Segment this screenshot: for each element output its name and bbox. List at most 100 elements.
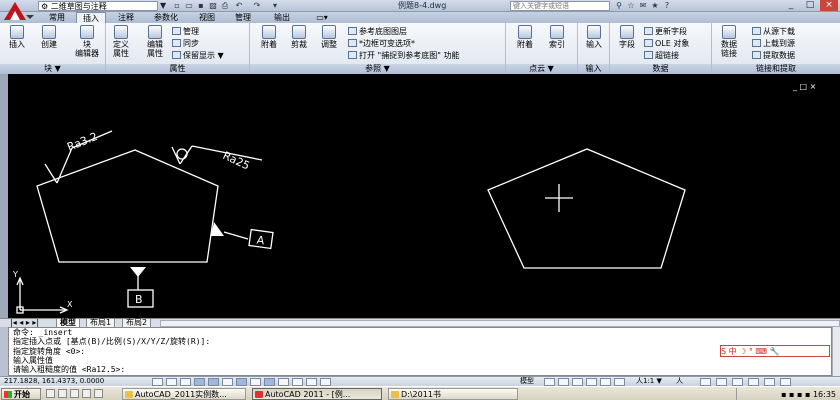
coordinate-readout[interactable]: 217.1828, 161.4373, 0.0000: [4, 377, 104, 386]
close-button[interactable]: ×: [820, 0, 838, 11]
quick-view-layouts-button[interactable]: [544, 378, 555, 386]
object-snap-tracking-button[interactable]: [236, 378, 247, 386]
block-editor-button[interactable]: 块 编辑器: [70, 25, 104, 58]
lock-icon[interactable]: [716, 378, 727, 386]
polar-tracking-button[interactable]: [194, 378, 205, 386]
pointcloud-panel-title[interactable]: 点云 ▼: [506, 64, 577, 74]
drawing-canvas[interactable]: _ □ × Ra3.2 Ra25 A B Y X: [0, 74, 840, 318]
quicklaunch-app-icon[interactable]: [94, 389, 103, 398]
underlay-layers-button[interactable]: 参考底图图层: [348, 26, 407, 37]
upload-source-button[interactable]: 上载到源: [752, 38, 795, 49]
object-snap-button[interactable]: [208, 378, 219, 386]
field-button[interactable]: 字段: [614, 25, 640, 49]
snap-mode-button[interactable]: [152, 378, 163, 386]
tab-output[interactable]: 输出: [264, 12, 300, 23]
minimize-button[interactable]: _: [782, 0, 800, 11]
extract-data-button[interactable]: 提取数据: [752, 50, 795, 61]
sync-attributes-button[interactable]: 同步: [172, 38, 199, 49]
layout-nav-arrows[interactable]: |◂ ◂ ▸ ▸|: [10, 319, 39, 327]
undo-icon[interactable]: ↶: [234, 1, 244, 11]
workspace-dropdown[interactable]: ⚙ 二维草图与注释: [38, 1, 158, 11]
tab-manage[interactable]: 管理: [228, 12, 258, 23]
clean-screen-button[interactable]: [780, 378, 791, 386]
autocad-logo-icon[interactable]: [1, 0, 35, 22]
tray-icons[interactable]: ▪ ▪ ▪ ▪: [781, 390, 813, 399]
transparency-button[interactable]: [292, 378, 303, 386]
manage-attributes-button[interactable]: 管理: [172, 26, 199, 37]
save-as-icon[interactable]: ▨: [208, 1, 218, 11]
zoom-button[interactable]: [586, 378, 597, 386]
tab-view[interactable]: 视图: [192, 12, 222, 23]
snap-underlay-button[interactable]: 打开 "捕捉到参考底图" 功能: [348, 50, 459, 61]
quick-properties-button[interactable]: [306, 378, 317, 386]
import-button[interactable]: 输入: [581, 25, 607, 49]
print-icon[interactable]: ⎙: [220, 1, 230, 11]
download-source-button[interactable]: 从源下载: [752, 26, 795, 37]
ime-toolbar[interactable]: S 中 ☽ ° ⌨ 🔧: [720, 345, 830, 357]
workspace-switch-button[interactable]: [700, 378, 711, 386]
quicklaunch-media-icon[interactable]: [70, 389, 79, 398]
define-attribute-button[interactable]: 定义 属性: [110, 25, 132, 58]
search-icon[interactable]: ⚲: [614, 1, 624, 11]
start-button[interactable]: 开始: [1, 388, 41, 400]
frame-variable-button[interactable]: *边框可变选项*: [348, 38, 415, 49]
taskbar-item-autocad[interactable]: AutoCAD 2011 - [例...: [252, 388, 382, 400]
horizontal-scrollbar[interactable]: [160, 320, 840, 327]
insert-block-button[interactable]: 插入: [4, 25, 30, 49]
taskbar-item-explorer[interactable]: AutoCAD_2011实例数...: [122, 388, 246, 400]
annotation-scale-dropdown[interactable]: 人1:1 ▼: [636, 377, 662, 386]
workspace-arrow-icon[interactable]: ▼: [160, 1, 166, 11]
grid-display-button[interactable]: [166, 378, 177, 386]
redo-icon[interactable]: ↷: [252, 1, 262, 11]
comm-center-icon[interactable]: ✉: [638, 1, 648, 11]
open-file-icon[interactable]: ▭: [184, 1, 194, 11]
command-scrollbar[interactable]: [832, 327, 840, 376]
dynamic-input-button[interactable]: [264, 378, 275, 386]
index-button[interactable]: 索引: [544, 25, 570, 49]
ortho-mode-button[interactable]: [180, 378, 191, 386]
tab-parametric[interactable]: 参数化: [146, 12, 186, 23]
quicklaunch-desktop-icon[interactable]: [46, 389, 55, 398]
new-file-icon[interactable]: ▫: [172, 1, 182, 11]
favorites-icon[interactable]: ★: [650, 1, 660, 11]
help-icon[interactable]: ?: [662, 1, 672, 11]
command-prompt-line[interactable]: 请输入粗糙度的值 <Ra12.5>:: [13, 365, 831, 374]
save-icon[interactable]: ▪: [196, 1, 206, 11]
edit-attribute-button[interactable]: 编辑 属性: [140, 25, 170, 58]
selection-cycling-button[interactable]: [320, 378, 331, 386]
search-input[interactable]: 键入关键字或短语: [510, 1, 610, 11]
tab-home[interactable]: 常用: [40, 12, 74, 23]
maximize-button[interactable]: □: [801, 0, 819, 11]
quicklaunch-folder-icon[interactable]: [82, 389, 91, 398]
adjust-button[interactable]: 调整: [316, 25, 342, 49]
3d-osnap-button[interactable]: [222, 378, 233, 386]
annotation-visibility-button[interactable]: 人: [676, 377, 683, 386]
isolate-objects-button[interactable]: [748, 378, 759, 386]
ole-object-button[interactable]: OLE 对象: [644, 38, 689, 49]
subscription-icon[interactable]: ☆: [626, 1, 636, 11]
steering-wheel-button[interactable]: [600, 378, 611, 386]
quick-access-menu-icon[interactable]: ▾: [270, 1, 280, 11]
data-link-button[interactable]: 数据 链接: [716, 25, 742, 58]
quick-view-drawings-button[interactable]: [558, 378, 569, 386]
quicklaunch-browser-icon[interactable]: [58, 389, 67, 398]
block-panel-title[interactable]: 块 ▼: [0, 64, 105, 74]
tab-annotate[interactable]: 注释: [110, 12, 142, 23]
attach-reference-button[interactable]: 附着: [256, 25, 282, 49]
taskbar-item-folder[interactable]: D:\2011书: [388, 388, 518, 400]
lineweight-button[interactable]: [278, 378, 289, 386]
pan-button[interactable]: [572, 378, 583, 386]
reference-panel-title[interactable]: 参照 ▼: [250, 64, 505, 74]
ribbon-options-icon[interactable]: ▭▾: [312, 12, 332, 23]
ducs-button[interactable]: [250, 378, 261, 386]
model-space-button[interactable]: 模型: [520, 377, 534, 386]
retain-display-button[interactable]: 保留显示 ▼: [172, 50, 224, 61]
hardware-acceleration-button[interactable]: [732, 378, 743, 386]
status-menu-button[interactable]: [764, 378, 775, 386]
create-block-button[interactable]: 创建: [36, 25, 62, 49]
command-window-handle[interactable]: [0, 327, 8, 376]
update-fields-button[interactable]: 更新字段: [644, 26, 687, 37]
hyperlink-button[interactable]: 超链接: [644, 50, 679, 61]
command-window[interactable]: 命令: _insert 指定插入点或 [基点(B)/比例(S)/X/Y/Z/旋转(…: [8, 327, 832, 376]
clip-button[interactable]: 剪裁: [286, 25, 312, 49]
